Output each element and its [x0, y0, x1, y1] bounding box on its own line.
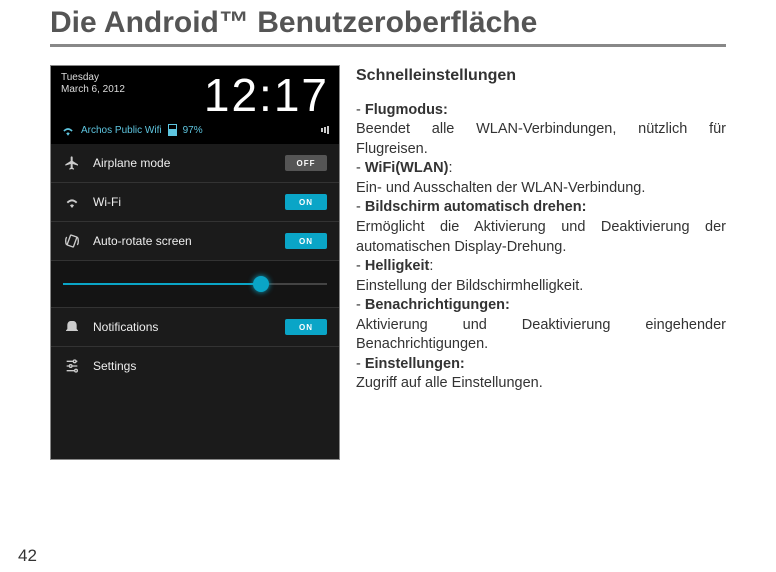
toggle-airplane[interactable]: OFF [285, 155, 327, 171]
term-wifi: WiFi(WLAN) [365, 160, 449, 176]
term-autorotate: Bildschirm automatisch drehen: [365, 199, 587, 215]
def-brightness: Einstellung der Bildschirmhelligkeit. [356, 278, 583, 294]
item-wifi[interactable]: Wi-Fi ON [51, 183, 339, 222]
signal-icon [321, 126, 329, 134]
description-column: Schnelleinstellungen - Flugmodus: Beende… [356, 65, 726, 460]
toggle-notifications[interactable]: ON [285, 319, 327, 335]
toggle-autorotate[interactable]: ON [285, 233, 327, 249]
term-settings: Einstellungen: [365, 356, 465, 372]
item-label-settings: Settings [93, 359, 136, 373]
toggle-wifi[interactable]: ON [285, 194, 327, 210]
date-label: March 6, 2012 [61, 84, 125, 96]
item-notifications[interactable]: Notifications ON [51, 308, 339, 347]
settings-icon [63, 357, 81, 375]
item-airplane[interactable]: Airplane mode OFF [51, 144, 339, 183]
section-heading: Schnelleinstellungen [356, 65, 726, 87]
battery-pct: 97% [183, 125, 203, 136]
def-notifications: Aktivierung und Deaktivierung eingehende… [356, 317, 726, 353]
clock: 12:17 [204, 72, 329, 118]
settings-list: Airplane mode OFF Wi-Fi ON Auto-rotate s… [51, 144, 339, 459]
battery-icon [168, 124, 177, 136]
term-notifications: Benachrichtigungen: [365, 297, 510, 313]
notifications-icon [63, 318, 81, 336]
term-flugmodus: Flugmodus: [365, 102, 448, 118]
phone-topbar: Tuesday March 6, 2012 12:17 Archos Publi… [51, 66, 339, 144]
item-autorotate[interactable]: Auto-rotate screen ON [51, 222, 339, 261]
brightness-slider[interactable] [51, 261, 339, 308]
wifi-icon [63, 193, 81, 211]
autorotate-icon [63, 232, 81, 250]
phone-screenshot: Tuesday March 6, 2012 12:17 Archos Publi… [50, 65, 340, 460]
term-brightness: Helligkeit [365, 258, 429, 274]
def-flugmodus: Beendet alle WLAN-Verbindungen, nützlich… [356, 121, 726, 157]
item-label-airplane: Airplane mode [93, 156, 170, 170]
def-settings: Zugriff auf alle Einstellungen. [356, 375, 543, 391]
item-label-wifi: Wi-Fi [93, 195, 121, 209]
airplane-icon [63, 154, 81, 172]
item-label-notifications: Notifications [93, 320, 158, 334]
page-title: Die Android™ Benutzeroberfläche [50, 6, 726, 40]
day-label: Tuesday [61, 72, 125, 84]
title-rule [50, 44, 726, 47]
item-label-autorotate: Auto-rotate screen [93, 234, 192, 248]
item-settings[interactable]: Settings [51, 347, 339, 385]
page-number: 42 [18, 546, 37, 566]
def-autorotate: Ermöglicht die Aktivierung und Deaktivie… [356, 219, 726, 255]
def-wifi: Ein- und Ausschalten der WLAN-Verbindung… [356, 180, 645, 196]
wifi-icon [61, 125, 75, 136]
wifi-ssid: Archos Public Wifi [81, 125, 162, 136]
